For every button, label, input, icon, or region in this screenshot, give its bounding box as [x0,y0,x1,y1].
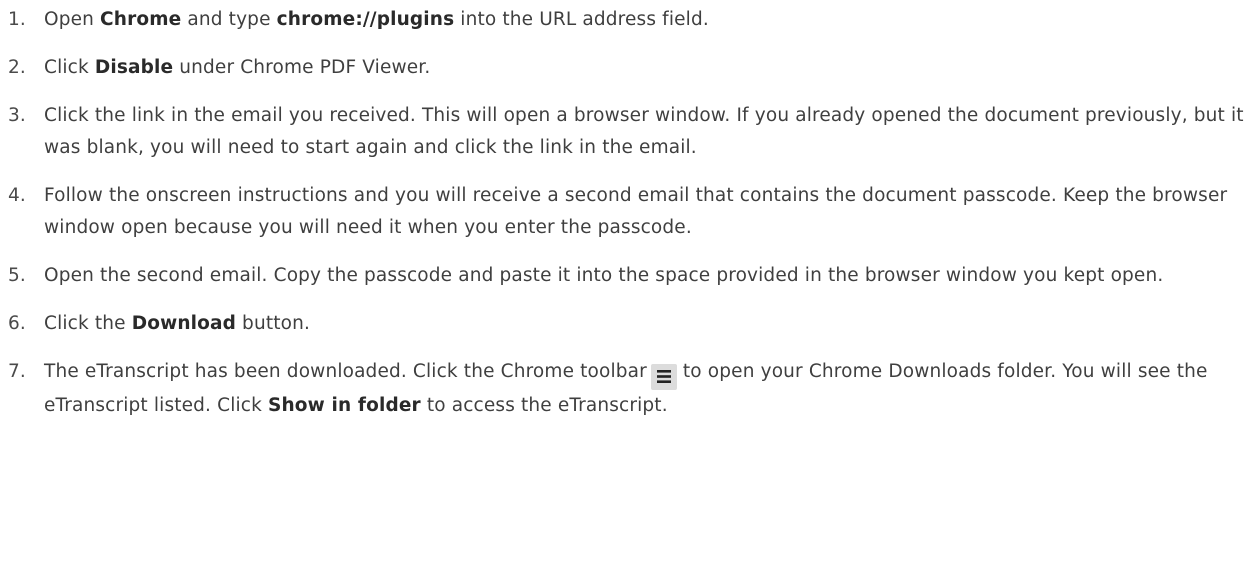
step-text-segment: button. [236,313,311,334]
step-text: Follow the onscreen instructions and you… [44,180,1253,244]
step-number: 6. [8,313,26,334]
step-number: 7. [8,361,26,382]
step-text-segment: and type [181,9,277,30]
step-text-segment: into the URL address field. [454,9,709,30]
step-number: 1. [8,9,26,30]
step-number: 4. [8,185,26,206]
step-text-segment: to access the eTranscript. [420,394,668,416]
step-text-segment: Open the second email. Copy the passcode… [44,265,1164,286]
emphasized-term: Download [131,313,237,334]
step-text: Open the second email. Copy the passcode… [44,260,1253,292]
step-text-segment: under Chrome PDF Viewer. [173,57,431,78]
emphasized-term: chrome://plugins [276,9,455,30]
step-item: 7. The eTranscript has been downloaded. C… [0,356,1253,422]
step-text: Click the link in the email you received… [44,100,1253,164]
emphasized-term: Show in folder [268,394,421,416]
step-text-segment: Click the link in the email you received… [44,105,1244,158]
step-text: Click the Download button. [44,308,1253,340]
step-number: 2. [8,57,26,78]
instruction-steps-list: 1. Open Chrome and type chrome://plugins … [0,4,1253,422]
step-text-segment: Click the [44,313,132,334]
emphasized-term: Disable [94,57,174,78]
step-text: Click Disable under Chrome PDF Viewer. [44,52,1253,84]
emphasized-term: Chrome [100,9,182,30]
step-item: 6. Click the Download button. [0,308,1253,340]
step-text: The eTranscript has been downloaded. Cli… [44,356,1253,422]
step-number: 3. [8,105,26,126]
step-item: 5. Open the second email. Copy the passco… [0,260,1253,292]
step-text-segment: The eTranscript has been downloaded. Cli… [44,361,647,382]
step-text: Open Chrome and type chrome://plugins in… [44,4,1253,36]
step-item: 2. Click Disable under Chrome PDF Viewer. [0,52,1253,84]
hamburger-menu-icon [650,363,677,390]
step-item: 4. Follow the onscreen instructions and y… [0,180,1253,244]
step-item: 3. Click the link in the email you receiv… [0,100,1253,164]
step-text-segment: Open [44,9,101,30]
step-text-segment: Click [44,57,95,78]
step-number: 5. [8,265,26,286]
step-item: 1. Open Chrome and type chrome://plugins … [0,4,1253,36]
step-text-segment: Follow the onscreen instructions and you… [44,185,1228,238]
